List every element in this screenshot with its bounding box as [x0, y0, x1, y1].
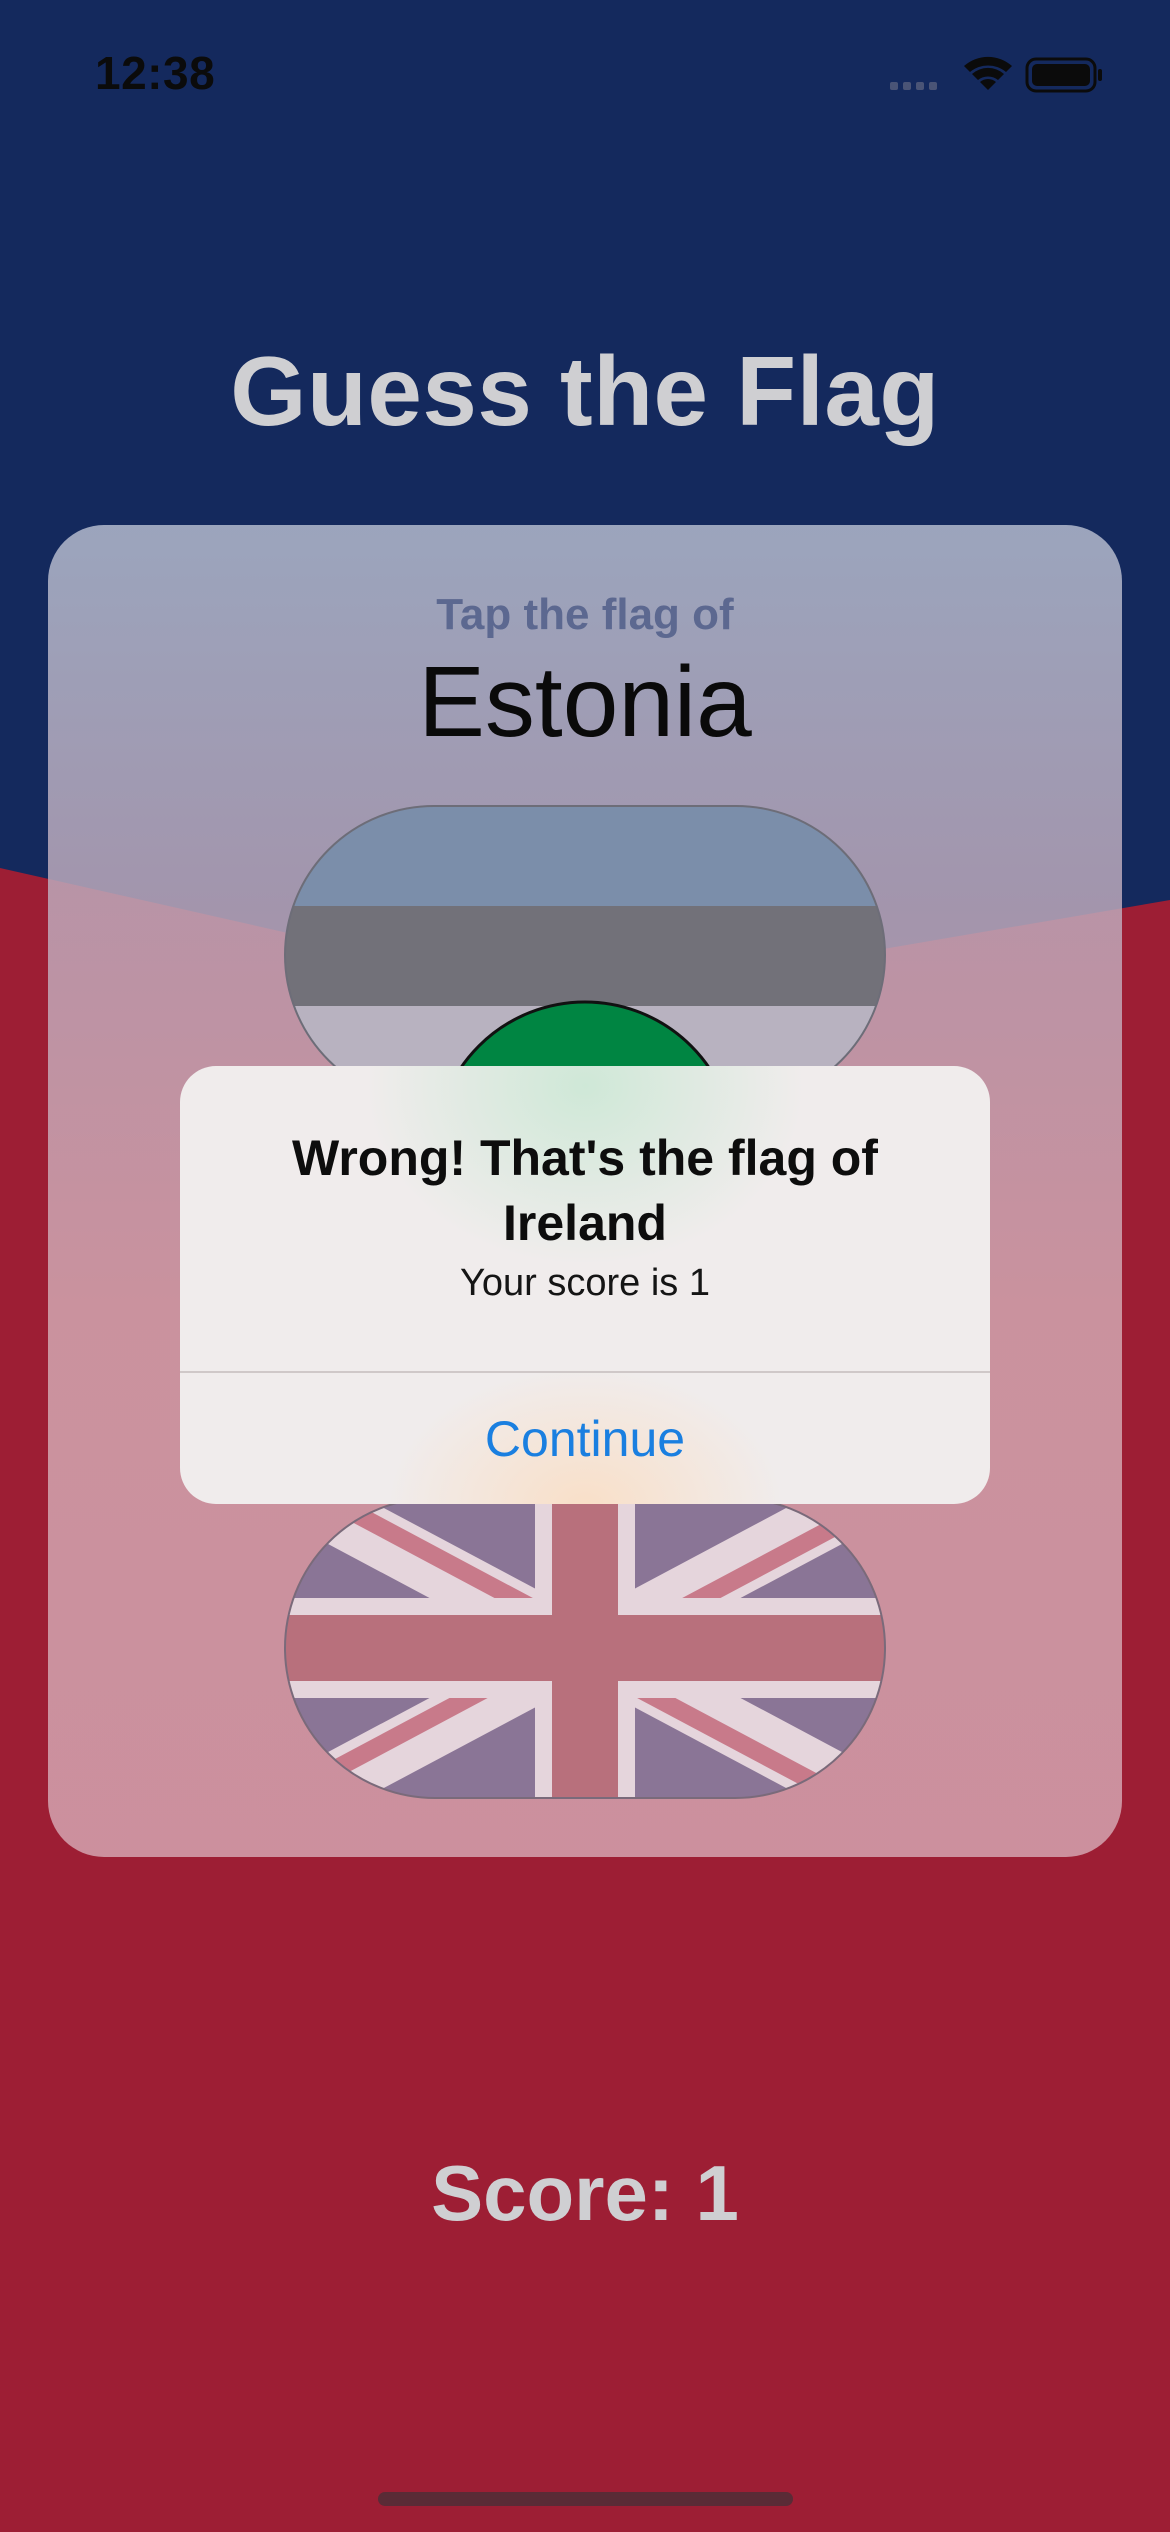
wifi-icon	[964, 56, 1012, 90]
status-time: 12:38	[95, 47, 216, 99]
battery-icon	[1025, 57, 1102, 93]
result-alert: Wrong! That's the flag of Ireland Your s…	[180, 1066, 990, 1504]
alert-title: Wrong! That's the flag of Ireland	[292, 1130, 878, 1251]
alert-message: Your score is 1	[460, 1262, 710, 1304]
cellular-signal-icon	[890, 82, 937, 90]
home-indicator[interactable]	[378, 2492, 793, 2506]
target-country: Estonia	[418, 646, 752, 758]
flag-uk-icon	[284, 1497, 886, 1799]
flag-button-uk[interactable]	[284, 1497, 886, 1799]
score-label: Score: 1	[431, 2149, 739, 2237]
question-subtitle: Tap the flag of	[436, 590, 734, 639]
continue-button[interactable]: Continue	[180, 1373, 990, 1504]
status-icons	[890, 56, 1102, 93]
app-title: Guess the Flag	[230, 336, 940, 446]
